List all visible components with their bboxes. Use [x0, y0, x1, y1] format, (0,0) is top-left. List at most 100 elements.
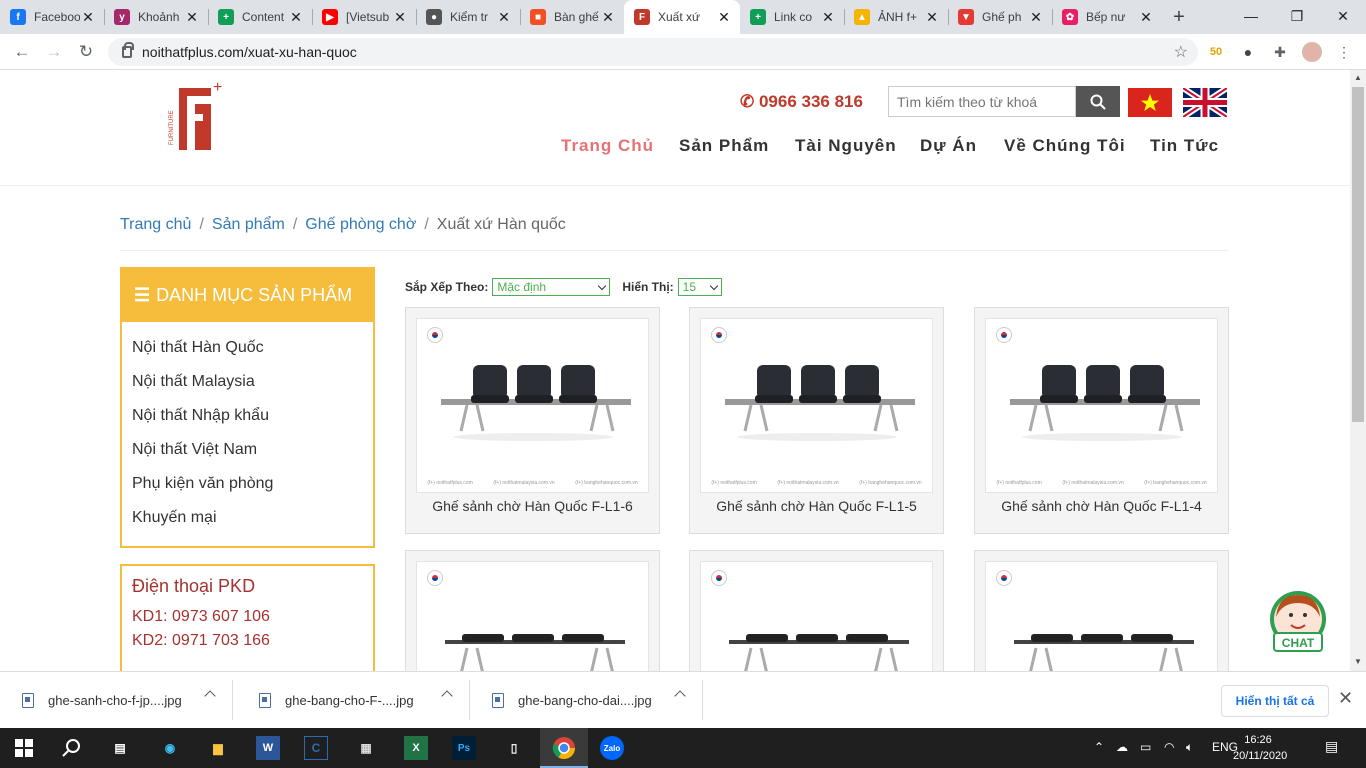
close-tab-icon[interactable]: ✕: [1138, 9, 1154, 26]
close-tab-icon[interactable]: ✕: [820, 9, 836, 26]
nav-projects[interactable]: Dự Án: [920, 136, 977, 156]
breadcrumb-products[interactable]: Sản phẩm: [212, 216, 285, 233]
photoshop-icon[interactable]: Ps: [452, 736, 476, 760]
product-card[interactable]: (f+) noithatfplus.com (f+) noithatmalaysi…: [689, 307, 944, 534]
search-icon[interactable]: [60, 736, 84, 760]
close-tab-icon[interactable]: ✕: [600, 9, 616, 26]
edge-icon[interactable]: ◉: [158, 736, 182, 760]
category-item[interactable]: Nội thất Malaysia: [122, 365, 373, 399]
volume-icon[interactable]: 🔈︎: [1186, 740, 1193, 755]
browser-tab[interactable]: ✿ Bếp nư ✕: [1052, 0, 1162, 34]
search-button[interactable]: [1076, 86, 1120, 117]
zalo-icon[interactable]: Zalo: [600, 736, 624, 760]
product-image-wrap[interactable]: (f+) noithatfplus.com (f+) noithatmalaysi…: [985, 318, 1218, 493]
hotline[interactable]: ✆ 0966 336 816: [740, 92, 863, 112]
battery-icon[interactable]: ▭: [1140, 740, 1151, 754]
browser-tab[interactable]: + Link co ✕: [740, 0, 844, 34]
product-card[interactable]: [689, 550, 944, 671]
onedrive-icon[interactable]: ☁: [1116, 740, 1128, 754]
browser-tab[interactable]: y Khoảnh ✕: [104, 0, 208, 34]
tray-chevron-icon[interactable]: ⌃: [1094, 740, 1104, 754]
browser-tab[interactable]: ▲ ẢNH f+ ✕: [844, 0, 948, 34]
breadcrumb-waiting-chairs[interactable]: Ghế phòng chờ: [305, 216, 416, 233]
category-item[interactable]: Nội thất Hàn Quốc: [122, 331, 373, 365]
page-scrollbar[interactable]: ▲ ▼: [1350, 70, 1366, 671]
windows-start-icon[interactable]: [12, 736, 36, 760]
notifications-icon[interactable]: ▤: [1325, 738, 1338, 755]
product-image-wrap[interactable]: [985, 561, 1218, 671]
reload-icon[interactable]: ↻: [72, 38, 100, 66]
close-tab-icon[interactable]: ✕: [716, 9, 732, 26]
browser-tab[interactable]: F Xuất xứ ✕: [624, 0, 740, 34]
nav-news[interactable]: Tin Tức: [1150, 136, 1219, 156]
wifi-icon[interactable]: ◠: [1164, 740, 1174, 754]
nav-resources[interactable]: Tài Nguyên: [795, 136, 897, 156]
product-name[interactable]: Ghế sảnh chờ Hàn Quốc F-L1-6: [406, 498, 659, 514]
show-count-select[interactable]: 15: [677, 278, 722, 296]
close-tab-icon[interactable]: ✕: [924, 9, 940, 26]
app-c-icon[interactable]: C: [304, 736, 328, 760]
uk-flag-icon[interactable]: [1183, 88, 1227, 117]
product-name[interactable]: Ghế sảnh chờ Hàn Quốc F-L1-4: [975, 498, 1228, 514]
nav-home[interactable]: Trang Chủ: [561, 136, 654, 156]
category-item[interactable]: Nội thất Nhập khẩu: [122, 399, 373, 433]
chat-button[interactable]: CHAT: [1268, 591, 1328, 653]
extensions-puzzle-icon[interactable]: ✚: [1270, 42, 1290, 62]
menu-kebab-icon[interactable]: ⋮: [1334, 42, 1354, 62]
word-icon[interactable]: W: [256, 736, 280, 760]
close-tab-icon[interactable]: ✕: [80, 9, 96, 26]
scroll-thumb[interactable]: [1352, 87, 1364, 422]
chevron-up-icon[interactable]: [204, 690, 216, 702]
download-item[interactable]: ghe-sanh-cho-f-jp....jpg: [0, 680, 233, 720]
browser-tab[interactable]: ▼ Ghế ph ✕: [948, 0, 1052, 34]
sort-select[interactable]: Mặc định: [492, 278, 611, 296]
close-tab-icon[interactable]: ✕: [288, 9, 304, 26]
media-app-icon[interactable]: ▦: [354, 736, 378, 760]
product-card[interactable]: [974, 550, 1229, 671]
extension-50-icon[interactable]: 50: [1206, 42, 1226, 62]
close-window-button[interactable]: ✕: [1320, 0, 1366, 32]
forward-icon[interactable]: →: [40, 38, 68, 66]
nav-about[interactable]: Về Chúng Tôi: [1004, 136, 1126, 156]
profile-avatar[interactable]: [1302, 42, 1322, 62]
product-name[interactable]: Ghế sảnh chờ Hàn Quốc F-L1-5: [690, 498, 943, 514]
excel-icon[interactable]: X: [404, 736, 428, 760]
blank-file-icon[interactable]: ▯: [502, 736, 526, 760]
clock[interactable]: 16:26 20/11/2020: [1233, 732, 1287, 764]
close-tab-icon[interactable]: ✕: [392, 9, 408, 26]
browser-tab[interactable]: ● Kiểm tr ✕: [416, 0, 520, 34]
nav-products[interactable]: Sản Phẩm: [679, 136, 769, 156]
category-item[interactable]: Khuyến mại: [122, 501, 373, 535]
close-tab-icon[interactable]: ✕: [184, 9, 200, 26]
site-logo[interactable]: + FURNITURE: [165, 80, 230, 155]
search-input[interactable]: [888, 86, 1076, 117]
phone-line-kd1[interactable]: KD1: 0973 607 106: [132, 605, 363, 629]
product-card[interactable]: (f+) noithatfplus.com (f+) noithatmalaysi…: [405, 307, 660, 534]
close-tab-icon[interactable]: ✕: [1028, 9, 1044, 26]
product-card[interactable]: (f+) noithatfplus.com (f+) noithatmalaysi…: [974, 307, 1229, 534]
vietnam-flag-icon[interactable]: [1128, 88, 1172, 117]
download-item[interactable]: ghe-bang-cho-dai....jpg: [470, 680, 703, 720]
spy-extension-icon[interactable]: ●: [1238, 42, 1258, 62]
product-card[interactable]: [405, 550, 660, 671]
bookmark-star-icon[interactable]: ☆: [1174, 42, 1188, 62]
close-tab-icon[interactable]: ✕: [496, 9, 512, 26]
product-image-wrap[interactable]: [416, 561, 649, 671]
restore-button[interactable]: ❐: [1274, 0, 1320, 32]
chrome-icon[interactable]: [552, 736, 576, 760]
task-view-icon[interactable]: ▤: [108, 736, 132, 760]
scroll-down-icon[interactable]: ▼: [1354, 657, 1362, 666]
category-item[interactable]: Nội thất Việt Nam: [122, 433, 373, 467]
back-icon[interactable]: ←: [8, 38, 36, 66]
category-item[interactable]: Phụ kiện văn phòng: [122, 467, 373, 501]
phone-line-kd2[interactable]: KD2: 0971 703 166: [132, 629, 363, 653]
browser-tab[interactable]: f Facebook✕: [0, 0, 104, 34]
address-bar[interactable]: noithatfplus.com/xuat-xu-han-quoc ☆: [108, 38, 1198, 66]
browser-tab[interactable]: ▶ [Vietsub ✕: [312, 0, 416, 34]
close-downloads-icon[interactable]: ✕: [1338, 688, 1353, 709]
breadcrumb-home[interactable]: Trang chủ: [120, 216, 191, 233]
file-explorer-icon[interactable]: ▆: [206, 736, 230, 760]
browser-tab[interactable]: + Content ✕: [208, 0, 312, 34]
scroll-up-icon[interactable]: ▲: [1354, 73, 1362, 82]
minimize-button[interactable]: —: [1228, 0, 1274, 32]
